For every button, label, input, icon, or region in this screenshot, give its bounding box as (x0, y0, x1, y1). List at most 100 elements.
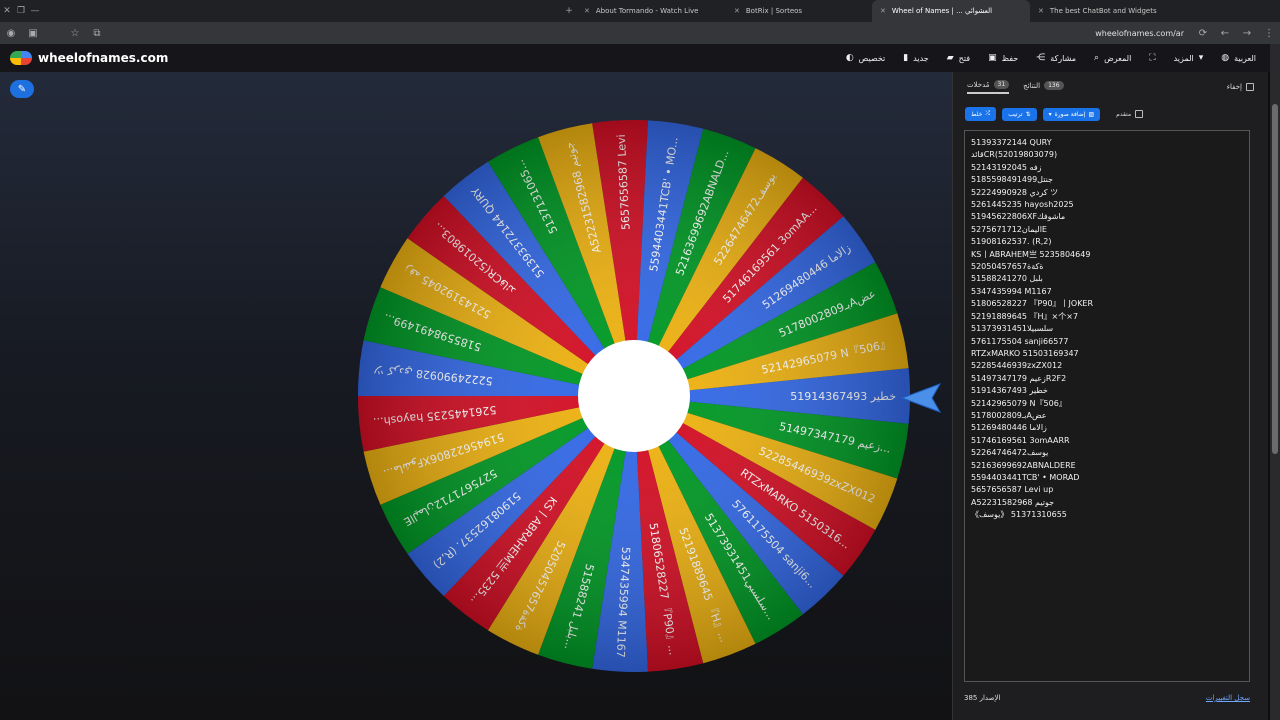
globe-icon: ◍ (1221, 53, 1230, 63)
entry-line: 51806528227 『P90』丨JOKER (971, 299, 1094, 309)
wheel[interactable]: 51914367493 خطير51497347179 زعيم...52285… (0, 72, 952, 720)
entry-line: 51588241270 بلبل (971, 274, 1043, 284)
shuffle-button[interactable]: خلط ⤮ (965, 107, 997, 121)
version-info: 385 الإصدار (964, 694, 1001, 702)
reload-icon[interactable]: ⟳ (1192, 28, 1214, 39)
panel-footer: 385 الإصدار سجل التغييرات (964, 694, 1250, 702)
menu-share[interactable]: ⋲ مشاركة (1036, 53, 1076, 63)
menu-more[interactable]: المزيد ▾ (1174, 53, 1204, 63)
sort-button[interactable]: ترتيب ⇅ (1002, 107, 1037, 121)
entry-line: 5178002809بـAعض (971, 410, 1047, 420)
forward-icon[interactable]: → (1236, 28, 1258, 39)
menu-gallery[interactable]: ⌕ المعرض (1094, 53, 1131, 63)
entry-line: 51373931451سلسبيلا (971, 324, 1054, 334)
restore-window-icon[interactable]: ❐ (14, 6, 28, 16)
bookmark-star-icon[interactable]: ☆ (64, 28, 86, 39)
panel-tabs: مُدخلات 31 النتائج 136 إخفاء (953, 72, 1268, 102)
entry-line: 51746169561 3omAARR (971, 435, 1070, 445)
tab-entries[interactable]: مُدخلات 31 (967, 80, 1010, 94)
wheel-stage: ✎ 51914367493 خطير 51497347179 زعيم... 522… (0, 72, 952, 720)
extensions-icon[interactable]: ⧉ (86, 28, 108, 39)
back-icon[interactable]: ← (1214, 28, 1236, 39)
entry-line: قائدCR(52019803079) (971, 150, 1058, 160)
entry-line: 52224990928 كردي ツ (971, 187, 1059, 197)
changelog-link[interactable]: سجل التغييرات (1206, 694, 1250, 702)
browser-tab-strip: ✕ ❐ — + ✕ About Tormando - Watch Live ✕ … (0, 0, 1280, 22)
search-icon: ⌕ (1094, 53, 1100, 63)
chevron-down-icon: ▾ (1048, 110, 1052, 118)
entry-line: 5261445235 hayosh2025 (971, 200, 1074, 210)
close-tab-icon[interactable]: ✕ (880, 7, 886, 15)
menu-new[interactable]: ▮ جديد (903, 53, 929, 63)
menu-save[interactable]: ▣ حفظ (988, 53, 1018, 63)
browser-tab-3[interactable]: ✕ Wheel of Names | ... العشوائي (872, 0, 1030, 22)
entry-line: 51945622806XFماشوفك (971, 212, 1066, 222)
folder-icon: ▰ (946, 53, 954, 63)
entry-line: 52163699692ABNALDERE (971, 460, 1076, 470)
shuffle-icon: ⤮ (985, 110, 991, 117)
entry-line: 5347435994 M1167 (971, 286, 1052, 296)
hide-toggle[interactable]: إخفاء (1227, 83, 1254, 91)
entry-line: 5275671712اليمانE (971, 224, 1047, 234)
brand-logo[interactable]: wheelofnames.com (10, 51, 168, 65)
close-window-icon[interactable]: ✕ (0, 6, 14, 16)
more-menu-icon[interactable]: ⋮ (1258, 28, 1280, 39)
entry-line: 5657656587 Levi up (971, 485, 1054, 495)
add-image-button[interactable]: ▾ إضافة صورة ▨ (1042, 107, 1101, 121)
wheel-logo-icon (10, 51, 32, 65)
entry-line: 51914367493 خطير (971, 386, 1048, 396)
entries-toolbar: خلط ⤮ ترتيب ⇅ ▾ إضافة صورة ▨ متقدم (953, 102, 1268, 126)
results-count-badge: 136 (1044, 81, 1064, 90)
entries-textarea[interactable]: 51393372144 QURY قائدCR(52019803079) 52143… (964, 130, 1250, 682)
entry-line: KS丨ABRAHEM亗 5235804649 (971, 249, 1091, 259)
menu-open[interactable]: ▰ فتح (947, 53, 970, 63)
entry-line: 5761175504 sanji66577 (971, 336, 1069, 346)
entry-line: 5594403441TCB' • MORAD (971, 472, 1080, 482)
page-scrollbar[interactable] (1270, 44, 1280, 720)
entry-line: 52191889645 『H』×个×7 (971, 311, 1079, 321)
entry-line: 51497347179 زعيمR2F2 (971, 373, 1067, 383)
entries-count-badge: 31 (993, 80, 1010, 89)
share-icon: ⋲ (1036, 53, 1046, 63)
entry-line: 52143192045 زفه (971, 162, 1042, 172)
save-icon: ▣ (988, 53, 997, 63)
entry-line: 51393372144 QURY (971, 138, 1052, 147)
scrollbar-thumb[interactable] (1272, 104, 1278, 454)
advanced-toggle[interactable]: متقدم (1116, 110, 1144, 118)
browser-tab-2[interactable]: ✕ BotRix | Sorteos (726, 0, 872, 22)
entry-line: 51908162537. (R,2) (971, 237, 1052, 247)
entry-line: RTZxMARKO 51503169347 (971, 348, 1079, 358)
new-tab-icon[interactable]: + (562, 6, 576, 16)
entry-line: A52231582968 جوتيم (971, 497, 1055, 507)
palette-icon: ◐ (845, 53, 854, 63)
entries-panel: مُدخلات 31 النتائج 136 إخفاء خلط ⤮ ترتيب ⇅… (952, 72, 1268, 720)
entry-line: 52285446939zxZX012 (971, 361, 1063, 371)
close-tab-icon[interactable]: ✕ (584, 7, 590, 15)
browser-tab-4[interactable]: ✕ The best ChatBot and Widgets (1030, 0, 1180, 22)
address-bar: ◉ ▣ ☆ ⧉ wheelofnames.com/ar ⟳ ← → ⋮ (0, 22, 1280, 44)
browser-tab-1[interactable]: ✕ About Tormando - Watch Live (576, 0, 726, 22)
entry-line: 5185598491499جنتل (971, 175, 1054, 185)
tab-results[interactable]: النتائج 136 (1023, 81, 1064, 93)
close-tab-icon[interactable]: ✕ (1038, 7, 1044, 15)
menu-fullscreen[interactable]: ⛶ (1149, 53, 1155, 63)
tab-search-icon[interactable]: ▣ (22, 28, 44, 39)
entry-line: 《يوسف》 51371310655 (971, 510, 1067, 520)
image-icon: ▨ (1088, 110, 1095, 118)
entry-line: 52264746472يوسف (971, 448, 1049, 458)
entry-line: 52142965079 N『506』 (971, 398, 1067, 408)
url-field[interactable]: wheelofnames.com/ar (108, 29, 1192, 38)
chevron-down-icon: ▾ (1198, 53, 1204, 63)
advanced-checkbox[interactable] (1135, 110, 1144, 118)
site-info-icon[interactable]: ◉ (0, 28, 22, 39)
menu-language[interactable]: ◍ العربية (1221, 53, 1256, 63)
sort-icon: ⇅ (1025, 110, 1031, 118)
close-tab-icon[interactable]: ✕ (734, 7, 740, 15)
menu-customize[interactable]: ◐ تخصيص (846, 53, 885, 63)
hide-checkbox[interactable] (1246, 83, 1254, 91)
entry-line: 51269480446 زالاما (971, 423, 1047, 433)
top-menu: ◐ تخصيص ▮ جديد ▰ فتح ▣ حفظ ⋲ مشاركة ⌕ المعرض ⛶… (846, 53, 1256, 63)
fullscreen-icon: ⛶ (1149, 53, 1156, 63)
minimize-window-icon[interactable]: — (28, 6, 42, 16)
wheel-center[interactable] (578, 340, 690, 452)
